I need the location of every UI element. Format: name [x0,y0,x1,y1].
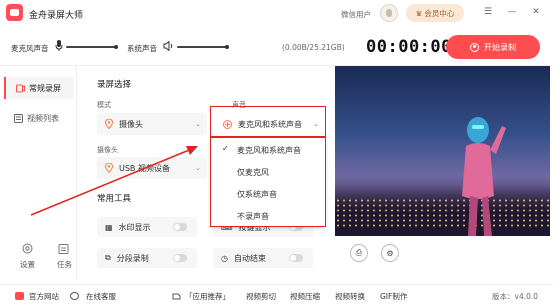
sidebar-item-label: 常规录屏 [29,83,61,93]
segment-icon: ⧉ [105,253,111,262]
watermark-toggle-row[interactable]: ▦ 水印显示 [97,217,197,237]
system-volume-slider[interactable] [177,46,227,48]
watermark-icon: ▦ [105,222,113,232]
wechat-user-label[interactable]: 微信用户 [341,9,371,20]
tool-label: 自动结束 [233,253,266,263]
app-logo [6,4,23,21]
support-link[interactable]: 在线客服 [86,291,116,302]
chevron-down-icon: ⌄ [195,120,201,128]
record-section-title: 录屏选择 [97,80,132,90]
close-icon[interactable]: ✕ [529,5,543,19]
tasks-label[interactable]: 任务 [57,259,72,270]
avatar[interactable] [380,4,398,22]
list-icon [14,113,23,123]
auto-stop-row[interactable]: ◷ 自动结束 [213,248,313,268]
highlight-box-dropdown [210,137,326,227]
tool-label: 水印显示 [118,222,151,232]
preview-settings-button[interactable]: ⚙ [381,244,399,262]
record-mode-icon [16,84,25,93]
gif-make-link[interactable]: GIF制作 [380,291,407,302]
watermark-toggle[interactable] [173,223,187,231]
record-timer: 00:00:00 [366,37,452,57]
app-title: 金舟录屏大师 [29,11,84,21]
system-volume-label: 系统声音 [127,44,157,53]
mode-label: 模式 [97,101,111,109]
sliders-icon: ⚙ [386,248,394,258]
version-label: 版本：v4.0.0 [492,292,539,301]
highlight-box-audio [210,106,326,137]
segment-toggle[interactable] [173,254,187,262]
tool-label: 分段录制 [116,253,149,263]
auto-stop-toggle[interactable] [289,254,303,262]
task-icon[interactable] [58,243,69,254]
location-pin-icon [105,119,113,129]
camera-preview [335,66,550,236]
annotation-arrow [28,140,208,220]
mic-volume-handle[interactable] [114,45,118,49]
support-icon [70,292,79,300]
screenshot-button[interactable]: ⎙ [350,244,368,262]
minimize-icon[interactable]: — [505,5,519,19]
sidebar-item-label: 视频列表 [27,113,59,123]
preview-figure [450,106,510,236]
storage-readout: (0.00B/25.21GB) [282,43,345,52]
bottom-bar [0,284,553,308]
video-convert-link[interactable]: 视频转换 [335,291,365,302]
video-cut-link[interactable]: 视频剪切 [246,291,276,302]
member-center-button[interactable]: ♛ 会员中心 [406,4,464,22]
preview-city-lights [335,198,550,228]
segment-record-row[interactable]: ⧉ 分段录制 [97,248,197,268]
mic-volume-label: 麦克风声音 [11,44,49,53]
mic-volume-slider[interactable] [66,46,116,48]
sidebar-item-regular-record[interactable]: 常规录屏 [4,77,74,99]
settings-label[interactable]: 设置 [20,259,35,270]
microphone-icon[interactable] [55,40,63,52]
system-volume-handle[interactable] [225,45,229,49]
website-icon [15,292,24,300]
member-center-label: 会员中心 [424,8,455,18]
recommend-icon [172,291,181,300]
crown-icon: ♛ [415,8,423,18]
start-record-button[interactable]: 开始录制 [446,35,540,59]
mode-value: 摄像头 [119,119,143,129]
video-compress-link[interactable]: 视频压缩 [290,291,320,302]
mode-select[interactable]: 摄像头 ⌄ [97,113,207,135]
record-icon [470,42,479,52]
speaker-icon[interactable] [163,41,174,51]
camera-snap-icon: ⎙ [355,248,363,257]
app-recommend-link[interactable]: 「应用推荐」 [185,291,230,302]
start-record-label: 开始录制 [484,42,516,52]
website-link[interactable]: 官方网站 [29,291,59,302]
sidebar-item-video-list[interactable]: 视频列表 [4,107,74,129]
settings-icon[interactable] [22,243,33,254]
timer-icon: ◷ [221,253,228,263]
menu-icon[interactable]: ☰ [481,5,495,19]
